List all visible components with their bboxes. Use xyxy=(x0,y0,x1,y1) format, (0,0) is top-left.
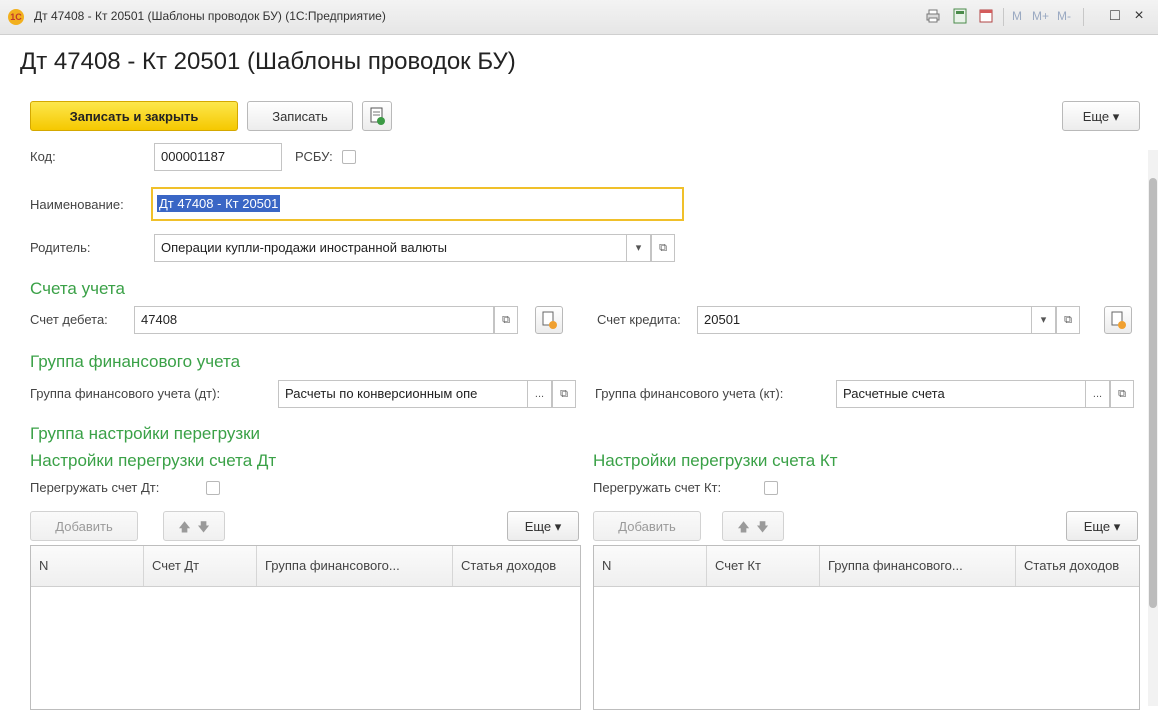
reload-kt-table-header: N Счет Кт Группа финансового... Статья д… xyxy=(594,546,1139,587)
page-title: Дт 47408 - Кт 20501 (Шаблоны проводок БУ… xyxy=(20,48,516,75)
column-header-fin-group[interactable]: Группа финансового... xyxy=(257,546,453,586)
reload-dt-checkbox-label: Перегружать счет Дт: xyxy=(30,480,160,495)
reload-dt-more-button[interactable]: Еще ▾ xyxy=(507,511,579,541)
report-icon xyxy=(370,107,385,125)
move-up-icon[interactable]: 🡅 xyxy=(737,520,749,534)
credit-account-input[interactable]: 20501 xyxy=(697,306,1032,334)
credit-select-button[interactable] xyxy=(1104,306,1132,334)
column-header-account-dt[interactable]: Счет Дт xyxy=(144,546,257,586)
app-logo-icon: 1C xyxy=(8,9,24,25)
parent-label: Родитель: xyxy=(30,240,91,255)
calculator-icon[interactable] xyxy=(952,8,968,24)
accounts-section-title: Счета учета xyxy=(30,279,125,298)
save-button[interactable]: Записать xyxy=(247,101,353,131)
parent-input[interactable]: Операции купли-продажи иностранной валют… xyxy=(154,234,627,262)
reload-dt-table[interactable]: N Счет Дт Группа финансового... Статья д… xyxy=(30,545,581,710)
name-input-value: Дт 47408 - Кт 20501 xyxy=(157,195,281,212)
rsbu-label: РСБУ: xyxy=(295,149,333,164)
toolbar-separator xyxy=(1003,8,1004,26)
parent-dropdown-icon[interactable]: ▾ xyxy=(627,234,651,262)
save-and-close-button[interactable]: Записать и закрыть xyxy=(30,101,238,131)
fin-group-kt-select-icon[interactable]: ... xyxy=(1086,380,1110,408)
column-header-income-item[interactable]: Статья доходов xyxy=(453,546,580,586)
reload-kt-checkbox-label: Перегружать счет Кт: xyxy=(593,480,722,495)
reload-dt-add-button[interactable]: Добавить xyxy=(30,511,138,541)
name-label: Наименование: xyxy=(30,197,124,212)
reload-dt-title: Настройки перегрузки счета Дт xyxy=(30,451,277,470)
debit-select-button[interactable] xyxy=(535,306,563,334)
fin-group-kt-label: Группа финансового учета (кт): xyxy=(595,386,784,401)
reload-kt-add-button[interactable]: Добавить xyxy=(593,511,701,541)
fin-group-kt-open-icon[interactable]: ⧉ xyxy=(1110,380,1134,408)
name-input[interactable]: Дт 47408 - Кт 20501 xyxy=(151,187,684,221)
reload-kt-move-buttons[interactable]: 🡅 🡇 xyxy=(722,511,784,541)
fin-group-section-title: Группа финансового учета xyxy=(30,352,241,371)
column-header-n[interactable]: N xyxy=(31,546,144,586)
maximize-icon[interactable]: □ xyxy=(1106,6,1124,26)
reload-dt-table-header: N Счет Дт Группа финансового... Статья д… xyxy=(31,546,580,587)
credit-account-label: Счет кредита: xyxy=(597,312,681,327)
reload-dt-move-buttons[interactable]: 🡅 🡇 xyxy=(163,511,225,541)
code-label: Код: xyxy=(30,149,56,164)
move-down-icon[interactable]: 🡇 xyxy=(756,520,768,534)
window-title: Дт 47408 - Кт 20501 (Шаблоны проводок БУ… xyxy=(34,9,386,23)
credit-open-icon[interactable]: ⧉ xyxy=(1056,306,1080,334)
more-button[interactable]: Еще ▾ xyxy=(1062,101,1140,131)
column-header-n[interactable]: N xyxy=(594,546,707,586)
move-down-icon[interactable]: 🡇 xyxy=(197,520,209,534)
reload-kt-checkbox[interactable] xyxy=(764,481,778,495)
reload-group-title: Группа настройки перегрузки xyxy=(30,424,261,443)
reload-dt-checkbox[interactable] xyxy=(206,481,220,495)
debit-account-label: Счет дебета: xyxy=(30,312,108,327)
memory-button-m-plus[interactable]: M+ xyxy=(1032,9,1049,23)
fin-group-dt-label: Группа финансового учета (дт): xyxy=(30,386,221,401)
credit-dropdown-icon[interactable]: ▾ xyxy=(1032,306,1056,334)
fin-group-dt-input[interactable]: Расчеты по конверсионным опе xyxy=(278,380,528,408)
column-header-account-kt[interactable]: Счет Кт xyxy=(707,546,820,586)
debit-account-input[interactable]: 47408 xyxy=(134,306,494,334)
move-up-icon[interactable]: 🡅 xyxy=(178,520,190,534)
calendar-icon[interactable] xyxy=(978,8,994,24)
reload-kt-more-button[interactable]: Еще ▾ xyxy=(1066,511,1138,541)
fin-group-dt-select-icon[interactable]: ... xyxy=(528,380,552,408)
memory-button-m-minus[interactable]: M- xyxy=(1057,9,1071,23)
parent-open-icon[interactable]: ⧉ xyxy=(651,234,675,262)
fin-group-kt-input[interactable]: Расчетные счета xyxy=(836,380,1086,408)
code-input[interactable]: 000001187 xyxy=(154,143,282,171)
toolbar-separator xyxy=(1083,8,1084,26)
reload-kt-table[interactable]: N Счет Кт Группа финансового... Статья д… xyxy=(593,545,1140,710)
memory-button-m[interactable]: M xyxy=(1012,9,1022,23)
column-header-income-item[interactable]: Статья доходов xyxy=(1016,546,1139,586)
scrollbar-thumb[interactable] xyxy=(1149,178,1157,608)
column-header-fin-group[interactable]: Группа финансового... xyxy=(820,546,1016,586)
fin-group-dt-open-icon[interactable]: ⧉ xyxy=(552,380,576,408)
rsbu-checkbox[interactable] xyxy=(342,150,356,164)
select-doc-icon xyxy=(1111,311,1126,329)
print-icon[interactable] xyxy=(925,8,941,24)
close-icon[interactable]: × xyxy=(1130,6,1148,26)
report-button[interactable] xyxy=(362,101,392,131)
reload-kt-title: Настройки перегрузки счета Кт xyxy=(593,451,838,470)
debit-open-icon[interactable]: ⧉ xyxy=(494,306,518,334)
select-doc-icon xyxy=(542,311,557,329)
